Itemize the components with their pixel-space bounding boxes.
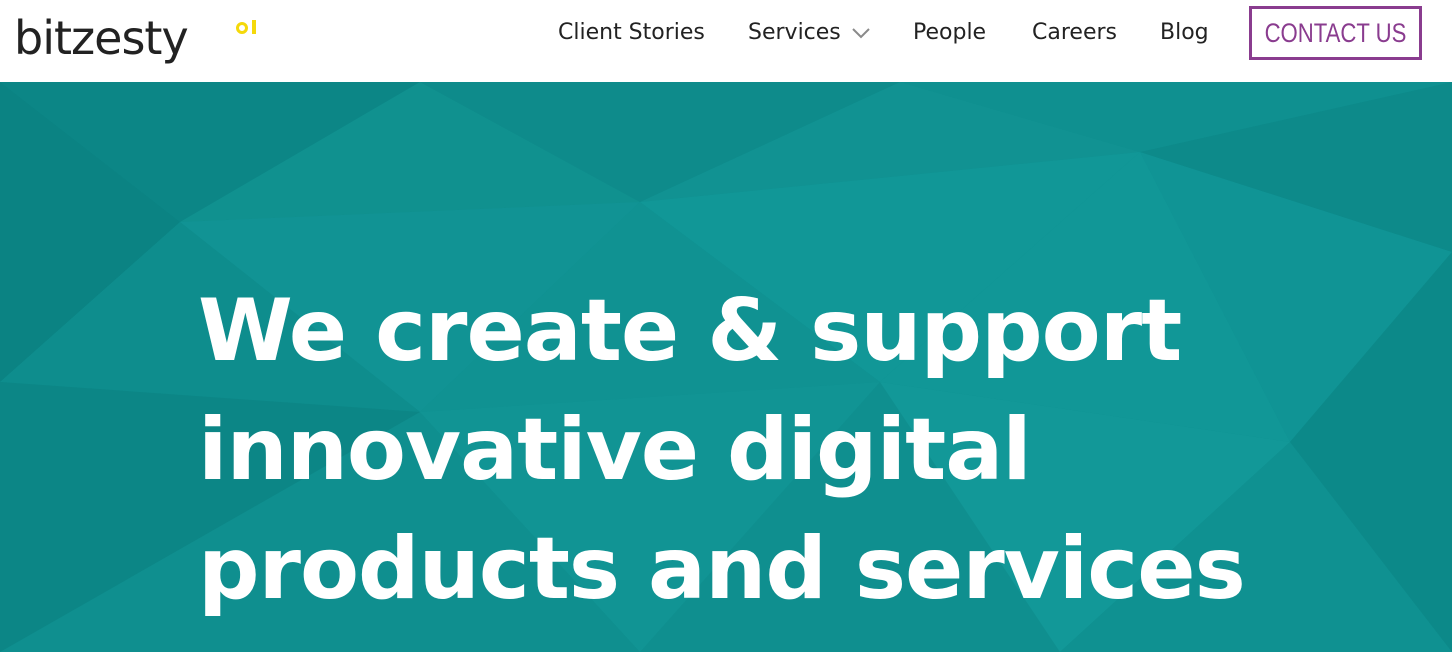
logo-wordmark: bitzesty [14,11,189,65]
headline-line-2: innovative digital [198,400,1032,500]
nav-services[interactable]: Services [748,18,871,48]
headline-line-1: We create & support [198,281,1182,381]
headline-line-3: products and services [198,519,1246,619]
hero-headline: We create & support innovative digital p… [198,272,1246,629]
hero-section: We create & support innovative digital p… [0,82,1452,652]
nav-people[interactable]: People [913,18,986,48]
nav-blog[interactable]: Blog [1160,18,1209,48]
nav-client-stories[interactable]: Client Stories [558,18,705,48]
contact-us-label: CONTACT US [1264,17,1407,48]
contact-us-button[interactable]: CONTACT US [1249,6,1422,60]
site-header: bitzesty Client Stories Services People … [0,0,1452,82]
nav-services-label: Services [748,20,841,45]
chevron-down-icon [851,18,871,48]
nav-careers[interactable]: Careers [1032,18,1117,48]
logo-mark-icon [236,18,256,34]
